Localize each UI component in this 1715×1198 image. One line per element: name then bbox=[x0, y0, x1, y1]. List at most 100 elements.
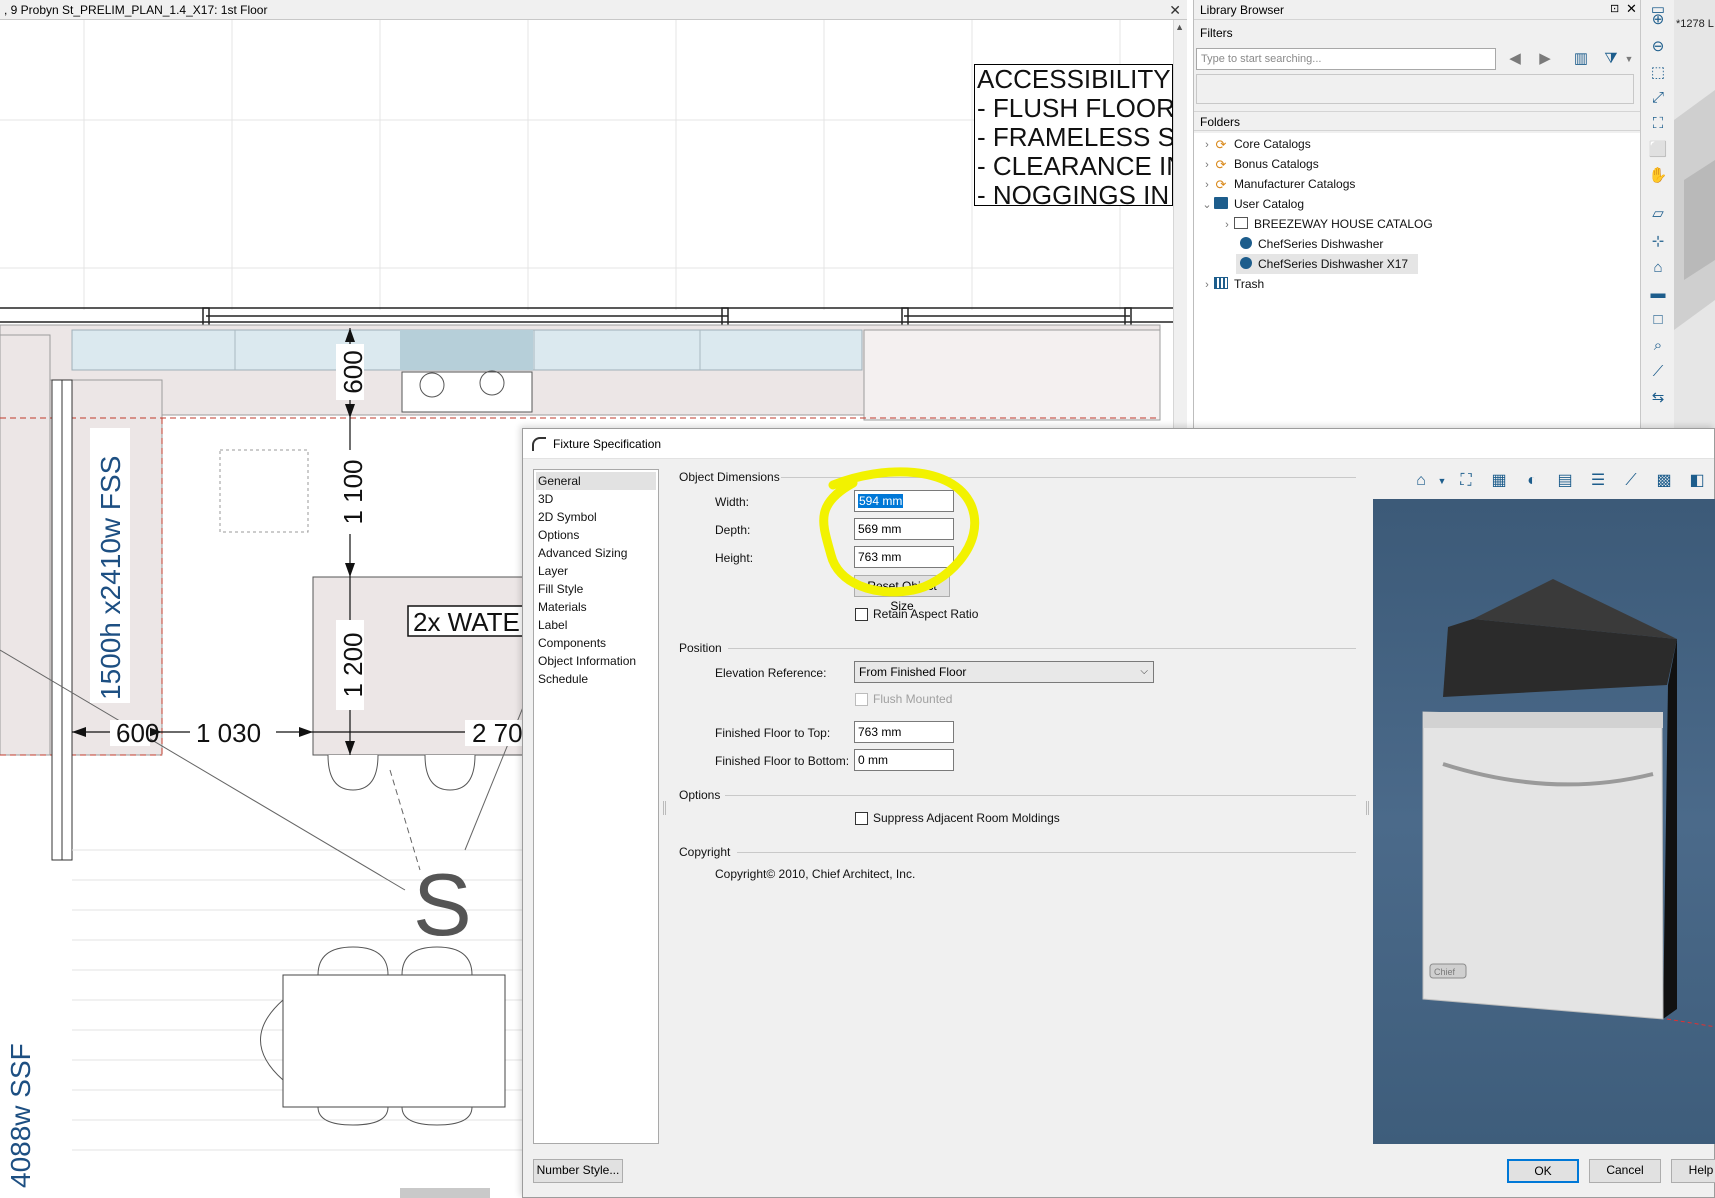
wireframe-icon[interactable]: ▦ bbox=[1486, 469, 1512, 493]
tree-item-bonus-catalogs[interactable]: › ⟳ Bonus Catalogs bbox=[1200, 154, 1319, 174]
height-label: Height: bbox=[715, 551, 754, 565]
fill-all-icon[interactable]: ⛶ bbox=[1646, 114, 1670, 134]
suppress-moldings-checkbox[interactable] bbox=[855, 812, 868, 825]
home-library-icon[interactable]: ⌂ bbox=[1646, 258, 1670, 278]
plan-window-title: , 9 Probyn St_PRELIM_PLAN_1.4_X17: 1st F… bbox=[0, 0, 1187, 20]
search-page-icon[interactable]: ⌕ bbox=[1646, 336, 1670, 356]
library-search-input[interactable] bbox=[1196, 48, 1496, 70]
tree-item-chefseries-dishwasher[interactable]: ChefSeries Dishwasher bbox=[1240, 234, 1383, 254]
object-dimensions-heading: Object Dimensions bbox=[679, 470, 780, 484]
collapse-chevron-icon[interactable]: ⌄ bbox=[1200, 195, 1214, 215]
splitter-grip[interactable] bbox=[1366, 801, 1369, 815]
nav-object-information[interactable]: Object Information bbox=[536, 652, 656, 670]
note-line: - NOGGINGS IN bbox=[977, 180, 1170, 206]
expand-chevron-icon[interactable]: › bbox=[1200, 135, 1214, 155]
chevron-down-icon: ⌵ bbox=[1140, 666, 1148, 677]
ok-button[interactable]: OK bbox=[1507, 1159, 1579, 1183]
dimension-icon[interactable]: ⟋ bbox=[1646, 362, 1670, 382]
copyright-heading: Copyright bbox=[679, 845, 731, 859]
scroll-up-icon[interactable]: ▲ bbox=[1175, 22, 1184, 32]
expand-chevron-icon[interactable]: › bbox=[1200, 155, 1214, 175]
sync-catalog-icon: ⟳ bbox=[1215, 137, 1227, 152]
zoom-out-icon[interactable]: ⊖ bbox=[1646, 37, 1670, 57]
zoom-box-icon[interactable]: ⬚ bbox=[1646, 63, 1670, 83]
plan-horizontal-scroll-thumb[interactable] bbox=[400, 1188, 490, 1198]
cube-icon[interactable]: ◧ bbox=[1684, 469, 1710, 493]
nav-2d-symbol[interactable]: 2D Symbol bbox=[536, 508, 656, 526]
side-3d-view[interactable]: *1278 L bbox=[1674, 0, 1715, 430]
dimension-view-icon[interactable]: ⟋ bbox=[1618, 469, 1644, 493]
move-icon[interactable]: ⇆ bbox=[1646, 388, 1670, 408]
tree-item-label: User Catalog bbox=[1234, 197, 1305, 211]
expand-chevron-icon[interactable]: › bbox=[1200, 175, 1214, 195]
nav-3d[interactable]: 3D bbox=[536, 490, 656, 508]
line-style-icon[interactable]: ☰ bbox=[1585, 469, 1611, 493]
object-3d-preview[interactable]: Chief bbox=[1373, 499, 1715, 1144]
tree-item-chefseries-dishwasher-x17[interactable]: ChefSeries Dishwasher X17 bbox=[1236, 254, 1419, 274]
folder-outline-icon bbox=[1234, 217, 1248, 229]
note-line: - FRAMELESS S bbox=[977, 122, 1173, 152]
flush-mounted-checkbox[interactable] bbox=[855, 693, 868, 706]
elevation-reference-select[interactable]: From Finished Floor ⌵ bbox=[854, 661, 1154, 683]
nav-layer[interactable]: Layer bbox=[536, 562, 656, 580]
layer-icon[interactable]: ▱ bbox=[1646, 204, 1670, 224]
number-style-button[interactable]: Number Style... bbox=[533, 1159, 623, 1183]
materials-icon[interactable]: ▤ bbox=[1552, 469, 1578, 493]
retain-aspect-label: Retain Aspect Ratio bbox=[873, 607, 979, 621]
zoom-extents-icon[interactable]: ⬜ bbox=[1646, 140, 1670, 160]
nav-fill-style[interactable]: Fill Style bbox=[536, 580, 656, 598]
floor-to-top-label: Finished Floor to Top: bbox=[715, 726, 831, 740]
tree-item-trash[interactable]: › Trash bbox=[1200, 274, 1264, 294]
library-view-icon[interactable]: ▥ bbox=[1570, 48, 1592, 70]
splitter-grip[interactable] bbox=[663, 801, 666, 815]
back-arrow-icon[interactable]: ◀ bbox=[1504, 48, 1526, 70]
filter-dropdown-icon[interactable]: ▼ bbox=[1618, 48, 1640, 70]
tree-item-breezeway-catalog[interactable]: › BREEZEWAY HOUSE CATALOG bbox=[1220, 214, 1433, 234]
pin-icon[interactable]: ⊡ bbox=[1610, 2, 1619, 15]
render-style-icon[interactable]: ◐ bbox=[1519, 469, 1545, 493]
fss-label: 1500h x2410w FSS bbox=[95, 456, 126, 700]
tree-item-label: Trash bbox=[1234, 277, 1265, 291]
nav-components[interactable]: Components bbox=[536, 634, 656, 652]
elevation-reference-value: From Finished Floor bbox=[859, 665, 967, 679]
expand-chevron-icon[interactable]: › bbox=[1200, 275, 1214, 295]
nav-materials[interactable]: Materials bbox=[536, 598, 656, 616]
plan-close-icon[interactable]: ✕ bbox=[1169, 0, 1181, 20]
box-icon[interactable]: □ bbox=[1646, 310, 1670, 330]
floor-to-top-field[interactable]: 763 mm bbox=[854, 721, 954, 743]
depth-label: Depth: bbox=[715, 523, 751, 537]
side-view-tab[interactable]: *1278 L bbox=[1676, 18, 1714, 30]
nav-schedule[interactable]: Schedule bbox=[536, 670, 656, 688]
highlight-circle-annotation bbox=[819, 467, 980, 597]
nav-advanced-sizing[interactable]: Advanced Sizing bbox=[536, 544, 656, 562]
position-heading: Position bbox=[679, 641, 722, 655]
fill-window-icon[interactable]: ⤢ bbox=[1646, 88, 1670, 108]
dim-1200: 1 200 bbox=[338, 632, 368, 697]
line-icon[interactable]: ▬ bbox=[1646, 284, 1670, 304]
expand-chevron-icon[interactable]: › bbox=[1220, 215, 1234, 235]
folders-label: Folders bbox=[1194, 111, 1641, 131]
tree-item-core-catalogs[interactable]: › ⟳ Core Catalogs bbox=[1200, 134, 1311, 154]
tree-item-manufacturer-catalogs[interactable]: › ⟳ Manufacturer Catalogs bbox=[1200, 174, 1355, 194]
retain-aspect-checkbox[interactable] bbox=[855, 608, 868, 621]
zoom-in-icon[interactable]: ⊕ bbox=[1646, 10, 1670, 30]
help-button[interactable]: Help bbox=[1671, 1159, 1715, 1183]
cancel-button[interactable]: Cancel bbox=[1589, 1159, 1661, 1183]
tree-item-label: ChefSeries Dishwasher X17 bbox=[1258, 257, 1409, 271]
library-close-icon[interactable]: ✕ bbox=[1626, 1, 1637, 17]
library-browser-panel: Library Browser ⊡ ✕ Filters ◀ ▶ ▥ ⧩ ▼ Fo… bbox=[1193, 0, 1641, 430]
nav-general[interactable]: General bbox=[536, 472, 656, 490]
floor-to-bottom-field[interactable]: 0 mm bbox=[854, 749, 954, 771]
select-object-icon[interactable]: ⊹ bbox=[1646, 232, 1670, 252]
preview-logo: Chief bbox=[1434, 967, 1456, 977]
filter-tags-area[interactable] bbox=[1196, 74, 1634, 104]
pattern-icon[interactable]: ▩ bbox=[1651, 469, 1677, 493]
nav-options[interactable]: Options bbox=[536, 526, 656, 544]
forward-arrow-icon[interactable]: ▶ bbox=[1534, 48, 1556, 70]
fill-view-icon[interactable]: ⛶ bbox=[1453, 469, 1479, 493]
section-divider bbox=[728, 648, 1356, 649]
pan-hand-icon[interactable]: ✋ bbox=[1646, 166, 1670, 186]
tree-item-user-catalog[interactable]: ⌄ User Catalog bbox=[1200, 194, 1304, 214]
nav-label[interactable]: Label bbox=[536, 616, 656, 634]
camera-dropdown-icon[interactable]: ▼ bbox=[1429, 469, 1455, 493]
